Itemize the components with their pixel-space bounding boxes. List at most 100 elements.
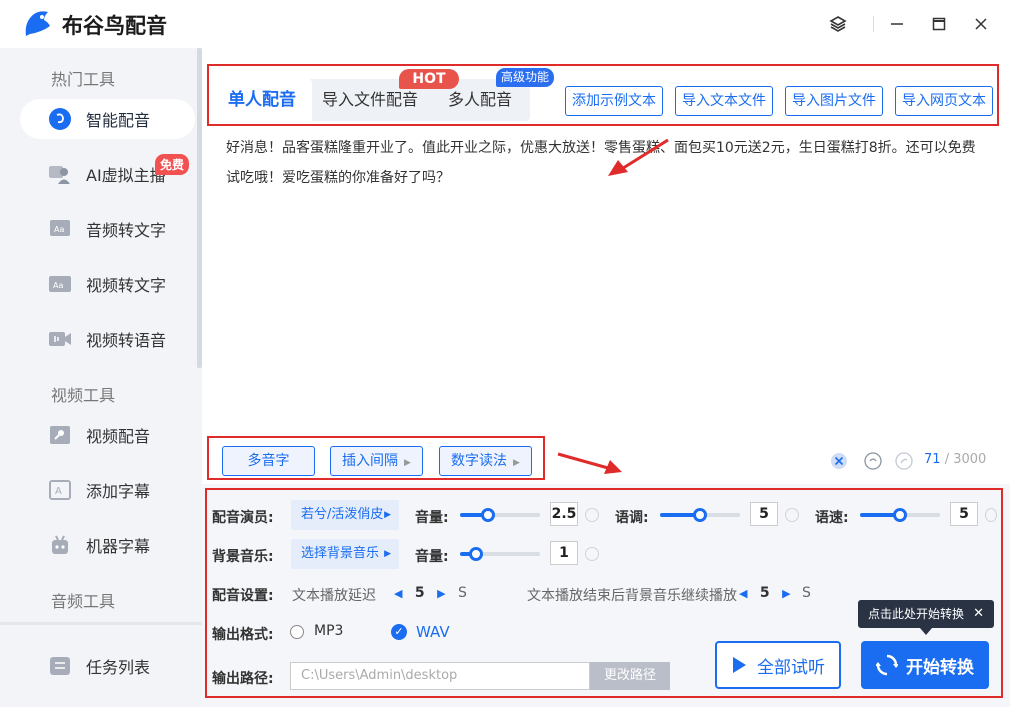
sidebar-divider — [0, 622, 202, 625]
pitch-slider[interactable] — [660, 508, 740, 522]
maximize-icon[interactable] — [927, 12, 951, 36]
play-icon — [733, 657, 746, 673]
svg-text:A: A — [55, 486, 62, 497]
bird-logo-icon — [25, 11, 50, 37]
speed-value[interactable]: 5 — [950, 502, 978, 526]
title-bar: 布谷鸟配音 — [0, 0, 1010, 48]
video-to-voice-icon — [48, 328, 72, 350]
reset-icon[interactable] — [585, 547, 599, 561]
annotation-arrow-right-icon — [557, 452, 622, 474]
listen-all-label: 全部试听 — [757, 657, 825, 678]
listen-all-button[interactable]: 全部试听 — [715, 641, 841, 689]
highlight-frame-top — [207, 64, 999, 126]
delay-unit: S — [458, 585, 467, 601]
sidebar-item-add-subtitle[interactable]: A 添加字幕 — [20, 470, 195, 510]
title-divider — [873, 16, 874, 32]
start-tooltip: 点击此处开始转换 ✕ — [858, 600, 994, 635]
char-counter: 71 / 3000 — [924, 452, 986, 467]
delay-label: 文本播放延迟 — [292, 588, 376, 604]
triangle-left-icon[interactable]: ◀ — [394, 587, 402, 600]
bgm-volume-label: 音量: — [415, 549, 449, 565]
convert-icon — [876, 654, 898, 676]
close-icon[interactable] — [969, 12, 993, 36]
path-label: 输出路径: — [212, 671, 274, 687]
sidebar-item-label: 视频配音 — [86, 427, 151, 446]
sidebar-item-label: 智能配音 — [86, 111, 151, 130]
triangle-right-icon[interactable]: ▶ — [437, 587, 445, 600]
robot-subtitle-icon — [48, 534, 72, 556]
sidebar-item-label: 机器字幕 — [86, 537, 151, 556]
reset-icon[interactable] — [585, 508, 599, 522]
bgm-label: 背景音乐: — [212, 549, 274, 565]
start-convert-button[interactable]: 开始转换 — [861, 641, 989, 689]
section-audio-tools: 音频工具 — [51, 592, 116, 611]
section-hot-tools: 热门工具 — [51, 70, 116, 89]
output-path-input[interactable]: C:\Users\Admin\desktop — [290, 662, 590, 690]
reset-icon[interactable] — [785, 508, 799, 522]
sidebar-item-video-dub[interactable]: 视频配音 — [20, 415, 195, 455]
sidebar-item-label: AI虚拟主播 — [86, 166, 166, 185]
continue-label: 文本播放结束后背景音乐继续播放 — [527, 588, 737, 604]
triangle-right-icon: ▶ — [384, 549, 391, 559]
sidebar-item-label: 任务列表 — [86, 658, 151, 677]
audio-to-text-icon: Aa — [48, 218, 72, 240]
tooltip-text: 点击此处开始转换 — [868, 607, 965, 621]
bgm-value: 选择背景音乐 — [301, 546, 380, 561]
char-max: / 3000 — [944, 452, 987, 467]
undo-icon[interactable] — [864, 452, 882, 470]
tooltip-close-icon[interactable]: ✕ — [973, 600, 984, 628]
sidebar-item-video-to-text[interactable]: Aa 视频转文字 — [20, 264, 195, 304]
speed-label: 语速: — [815, 510, 849, 526]
format-label: 输出格式: — [212, 627, 274, 643]
triangle-left-icon[interactable]: ◀ — [739, 587, 747, 600]
video-dub-icon — [48, 424, 72, 446]
app-title: 布谷鸟配音 — [62, 14, 167, 38]
bgm-volume-slider[interactable] — [460, 547, 540, 561]
delay-stepper[interactable]: ◀ 5 ▶ — [394, 585, 446, 601]
sidebar-item-smart-dub[interactable]: 智能配音 — [20, 99, 195, 139]
dub-settings-label: 配音设置: — [212, 588, 274, 604]
text-editor[interactable]: 好消息！品客蛋糕隆重开业了。值此开业之际，优惠大放送！零售蛋糕、面包买10元送2… — [212, 130, 994, 435]
task-list-icon — [48, 655, 72, 677]
bgm-selector[interactable]: 选择背景音乐 ▶ — [291, 539, 399, 569]
sidebar-item-label: 视频转语音 — [86, 331, 167, 350]
voice-label: 配音演员: — [212, 510, 274, 526]
bgm-volume-value[interactable]: 1 — [550, 541, 578, 565]
minimize-icon[interactable] — [885, 12, 909, 36]
section-video-tools: 视频工具 — [51, 386, 116, 405]
sidebar-item-task-list[interactable]: 任务列表 — [20, 646, 195, 686]
volume-value[interactable]: 2.5 — [550, 502, 578, 526]
start-convert-label: 开始转换 — [906, 657, 974, 678]
pitch-label: 语调: — [615, 510, 649, 526]
volume-slider[interactable] — [460, 508, 540, 522]
mp3-label: MP3 — [314, 623, 344, 639]
sidebar-item-audio-to-text[interactable]: Aa 音频转文字 — [20, 209, 195, 249]
voice-value: 若兮/活泼俏皮 — [301, 507, 384, 522]
sidebar-item-label: 音频转文字 — [86, 221, 167, 240]
annotation-arrow-icon — [608, 138, 669, 176]
redo-icon[interactable] — [895, 452, 913, 470]
continue-stepper[interactable]: ◀ 5 ▶ — [739, 585, 791, 601]
wav-label: WAV — [416, 623, 450, 641]
speed-slider[interactable] — [860, 508, 940, 522]
subtitle-icon: A — [48, 479, 72, 501]
mp3-radio[interactable] — [290, 625, 304, 639]
reset-icon[interactable] — [985, 508, 997, 522]
triangle-right-icon[interactable]: ▶ — [782, 587, 790, 600]
svg-text:Aa: Aa — [54, 225, 64, 234]
triangle-right-icon: ▶ — [384, 510, 391, 520]
wav-radio-checked[interactable]: ✓ — [391, 624, 407, 640]
pitch-value[interactable]: 5 — [750, 502, 778, 526]
smart-dub-icon — [48, 108, 72, 130]
continue-value: 5 — [759, 585, 770, 601]
voice-selector[interactable]: 若兮/活泼俏皮 ▶ — [291, 500, 399, 530]
sidebar-item-label: 添加字幕 — [86, 482, 151, 501]
sidebar-item-robot-subtitle[interactable]: 机器字幕 — [20, 525, 195, 565]
continue-unit: S — [802, 585, 811, 601]
layers-icon[interactable] — [826, 12, 850, 36]
highlight-frame-insert — [207, 436, 545, 480]
change-path-button[interactable]: 更改路径 — [590, 662, 670, 690]
clear-icon[interactable] — [830, 452, 848, 470]
sidebar-item-video-to-voice[interactable]: 视频转语音 — [20, 319, 195, 359]
volume-label: 音量: — [415, 510, 449, 526]
